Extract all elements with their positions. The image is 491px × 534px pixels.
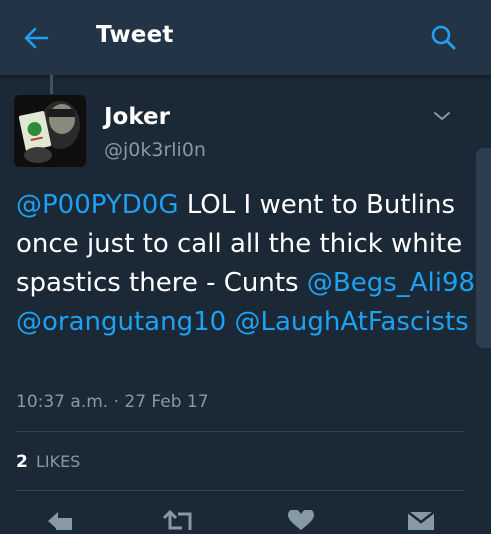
top-bar: Tweet xyxy=(0,0,491,75)
avatar-image xyxy=(14,95,86,167)
likes-label: LIKES xyxy=(35,452,81,471)
thread-connector xyxy=(50,75,53,94)
author-handle[interactable]: @j0k3rli0n xyxy=(104,139,206,161)
reply-button[interactable] xyxy=(44,510,74,534)
arrow-left-icon xyxy=(24,27,49,49)
divider xyxy=(16,490,465,491)
retweet-button[interactable] xyxy=(162,509,198,534)
author-name[interactable]: Joker xyxy=(104,104,170,130)
tweet-timestamp: 10:37 a.m. · 27 Feb 17 xyxy=(16,392,209,412)
reply-icon xyxy=(48,512,72,530)
likes-stat[interactable]: 2 LIKES xyxy=(16,452,80,472)
mention-link[interactable]: @Begs_Ali98 xyxy=(307,268,475,298)
envelope-icon xyxy=(407,511,435,530)
like-button[interactable] xyxy=(286,509,316,534)
tweet-menu-button[interactable] xyxy=(430,106,454,126)
chevron-down-icon xyxy=(434,112,450,120)
search-button[interactable] xyxy=(428,22,460,54)
scrollbar-handle[interactable] xyxy=(476,148,491,348)
action-bar xyxy=(0,500,491,530)
search-icon xyxy=(431,25,456,50)
tweet-text: @P00PYD0G LOL I went to Butlins once jus… xyxy=(16,186,476,342)
mention-link[interactable]: @P00PYD0G xyxy=(16,190,178,220)
divider xyxy=(16,431,465,432)
back-button[interactable] xyxy=(20,22,52,54)
heart-icon xyxy=(288,509,314,530)
direct-message-button[interactable] xyxy=(406,510,436,534)
mention-link[interactable]: @LaughAtFascists xyxy=(234,307,468,337)
page-title: Tweet xyxy=(96,22,174,48)
retweet-icon xyxy=(162,509,192,530)
mention-link[interactable]: @orangutang10 xyxy=(16,307,226,337)
likes-count: 2 xyxy=(16,452,28,472)
avatar[interactable] xyxy=(14,95,86,167)
